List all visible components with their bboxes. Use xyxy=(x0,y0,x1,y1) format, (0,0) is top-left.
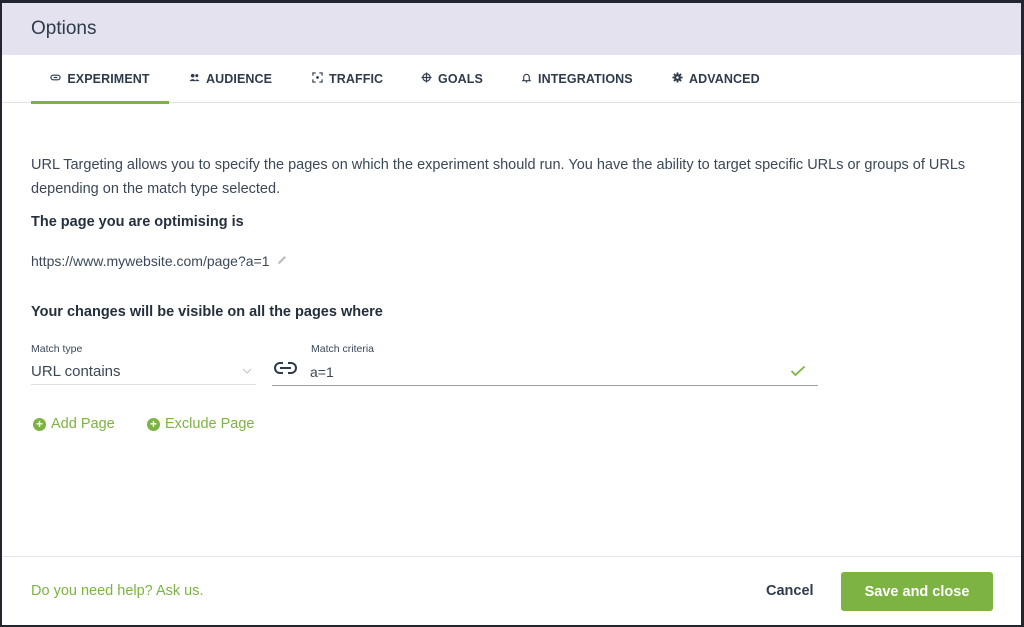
tab-traffic[interactable]: TRAFFIC xyxy=(312,55,383,103)
optimising-heading: The page you are optimising is xyxy=(31,214,244,230)
match-criteria-label: Match criteria xyxy=(311,343,375,355)
cancel-button[interactable]: Cancel xyxy=(766,583,814,599)
add-page-label: Add Page xyxy=(51,416,115,432)
exclude-page-button[interactable]: + Exclude Page xyxy=(147,416,254,432)
tab-goals[interactable]: GOALS xyxy=(421,55,483,103)
dialog-header: Options xyxy=(2,3,1021,55)
check-valid-icon xyxy=(790,364,806,380)
traffic-focus-icon xyxy=(312,72,323,86)
gear-icon xyxy=(672,72,683,86)
crosshair-icon xyxy=(421,72,432,86)
tab-bar: EXPERIMENT AUDIENCE TRAFFIC GOALS INTEGR… xyxy=(2,55,1021,104)
dialog-title: Options xyxy=(31,18,97,39)
plus-circle-icon: + xyxy=(147,417,160,431)
visibility-heading: Your changes will be visible on all the … xyxy=(31,304,383,320)
chevron-down-icon xyxy=(242,366,252,377)
help-link[interactable]: Do you need help? Ask us. xyxy=(31,583,204,599)
tab-label: EXPERIMENT xyxy=(67,72,150,86)
tab-audience[interactable]: AUDIENCE xyxy=(189,55,272,103)
options-dialog: Options EXPERIMENT AUDIENCE TRAFFIC GOAL… xyxy=(2,3,1021,625)
tab-label: ADVANCED xyxy=(689,72,760,86)
page-url-row: https://www.mywebsite.com/page?a=1 xyxy=(31,253,288,269)
dialog-footer: Do you need help? Ask us. Cancel Save an… xyxy=(2,556,1021,625)
add-page-button[interactable]: + Add Page xyxy=(33,416,115,432)
link-icon xyxy=(273,360,299,381)
tab-integrations[interactable]: INTEGRATIONS xyxy=(521,55,633,103)
match-criteria-value: a=1 xyxy=(310,364,334,380)
tab-experiment[interactable]: EXPERIMENT xyxy=(31,55,169,104)
save-and-close-button[interactable]: Save and close xyxy=(841,572,993,611)
bell-icon xyxy=(521,72,532,86)
pencil-edit-icon[interactable] xyxy=(276,253,288,269)
people-icon xyxy=(189,72,200,86)
tab-label: AUDIENCE xyxy=(206,72,273,86)
exclude-page-label: Exclude Page xyxy=(165,416,255,432)
plus-circle-icon: + xyxy=(33,417,46,431)
tab-label: TRAFFIC xyxy=(329,72,384,86)
match-type-label: Match type xyxy=(31,343,83,355)
experiment-panel: URL Targeting allows you to specify the … xyxy=(2,103,1021,556)
match-criteria-input[interactable]: a=1 xyxy=(272,359,818,386)
tab-label: GOALS xyxy=(438,72,483,86)
page-url: https://www.mywebsite.com/page?a=1 xyxy=(31,253,270,269)
url-targeting-description: URL Targeting allows you to specify the … xyxy=(31,157,966,197)
tab-advanced[interactable]: ADVANCED xyxy=(672,55,760,103)
link-icon xyxy=(50,72,62,86)
tab-label: INTEGRATIONS xyxy=(538,72,633,86)
match-type-value: URL contains xyxy=(31,363,121,380)
match-type-select[interactable]: URL contains xyxy=(31,359,256,385)
